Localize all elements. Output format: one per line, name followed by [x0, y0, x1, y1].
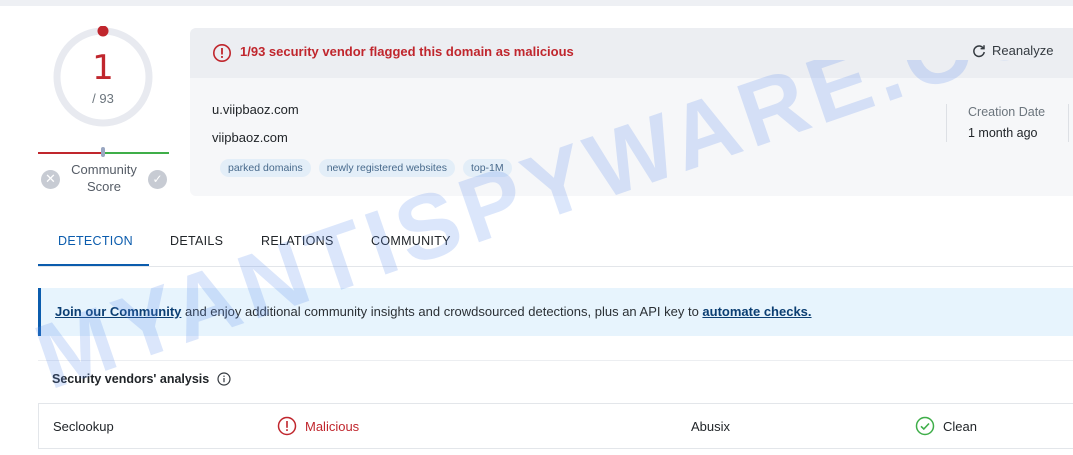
active-tab-indicator: [38, 264, 149, 266]
detection-score: 1 / 93 ✕ Community Score ✓: [38, 18, 170, 198]
tab-details[interactable]: DETAILS: [170, 234, 223, 248]
vendor-name: Abusix: [691, 419, 731, 434]
section-divider: [38, 360, 1073, 361]
detection-alert: 1/93 security vendor flagged this domain…: [190, 28, 1073, 78]
divider: [1068, 104, 1069, 142]
score-total: / 93: [92, 91, 114, 106]
community-banner: Join our Community and enjoy additional …: [38, 288, 1073, 336]
divider: [946, 104, 947, 142]
clean-icon: [915, 416, 935, 436]
tag-list: parked domains newly registered websites…: [220, 159, 512, 177]
vendors-section-title: Security vendors' analysis: [52, 372, 231, 386]
info-icon[interactable]: [217, 372, 231, 386]
vendor-name: Seclookup: [53, 419, 114, 434]
creation-date-value: 1 month ago: [968, 126, 1038, 140]
refresh-icon: [973, 44, 985, 57]
alert-icon: [213, 44, 231, 62]
reanalyze-button[interactable]: Reanalyze: [972, 43, 1053, 58]
result-malicious: Malicious: [305, 418, 360, 434]
score-positives: 1: [92, 48, 114, 88]
community-score-marker: [101, 147, 105, 157]
vote-harmless-icon[interactable]: ✓: [148, 170, 167, 189]
tab-relations[interactable]: RELATIONS: [261, 234, 334, 248]
table-row: Seclookup Malicious Abusix Clean: [38, 403, 1073, 449]
tab-community[interactable]: COMMUNITY: [371, 234, 451, 248]
tag[interactable]: parked domains: [220, 159, 311, 177]
top-strip: [0, 0, 1073, 6]
domain-name: u.viipbaoz.com: [212, 102, 299, 117]
community-score-label: Community Score: [71, 162, 137, 194]
vendor-result: Clean: [915, 416, 977, 436]
tag[interactable]: top-1M: [462, 159, 512, 177]
vote-malicious-icon[interactable]: ✕: [41, 170, 60, 189]
tab-detection[interactable]: DETECTION: [58, 234, 133, 248]
creation-date-label: Creation Date: [968, 105, 1046, 119]
malicious-icon: [277, 416, 297, 436]
reanalyze-label: Reanalyze: [992, 43, 1054, 58]
vendor-result: Malicious: [277, 416, 359, 436]
automate-checks-link[interactable]: automate checks.: [702, 304, 811, 319]
summary-card: 1/93 security vendor flagged this domain…: [190, 28, 1073, 196]
tag[interactable]: newly registered websites: [318, 159, 455, 177]
banner-body: and enjoy additional community insights …: [181, 304, 703, 319]
banner-text: Join our Community and enjoy additional …: [55, 304, 812, 319]
result-clean: Clean: [943, 418, 977, 434]
tab-bar: DETECTION DETAILS RELATIONS COMMUNITY: [38, 222, 1073, 267]
parent-domain[interactable]: viipbaoz.com: [212, 130, 288, 145]
join-community-link[interactable]: Join our Community: [55, 304, 181, 319]
vendors-title-text: Security vendors' analysis: [52, 372, 210, 386]
alert-text: 1/93 security vendor flagged this domain…: [240, 44, 574, 59]
